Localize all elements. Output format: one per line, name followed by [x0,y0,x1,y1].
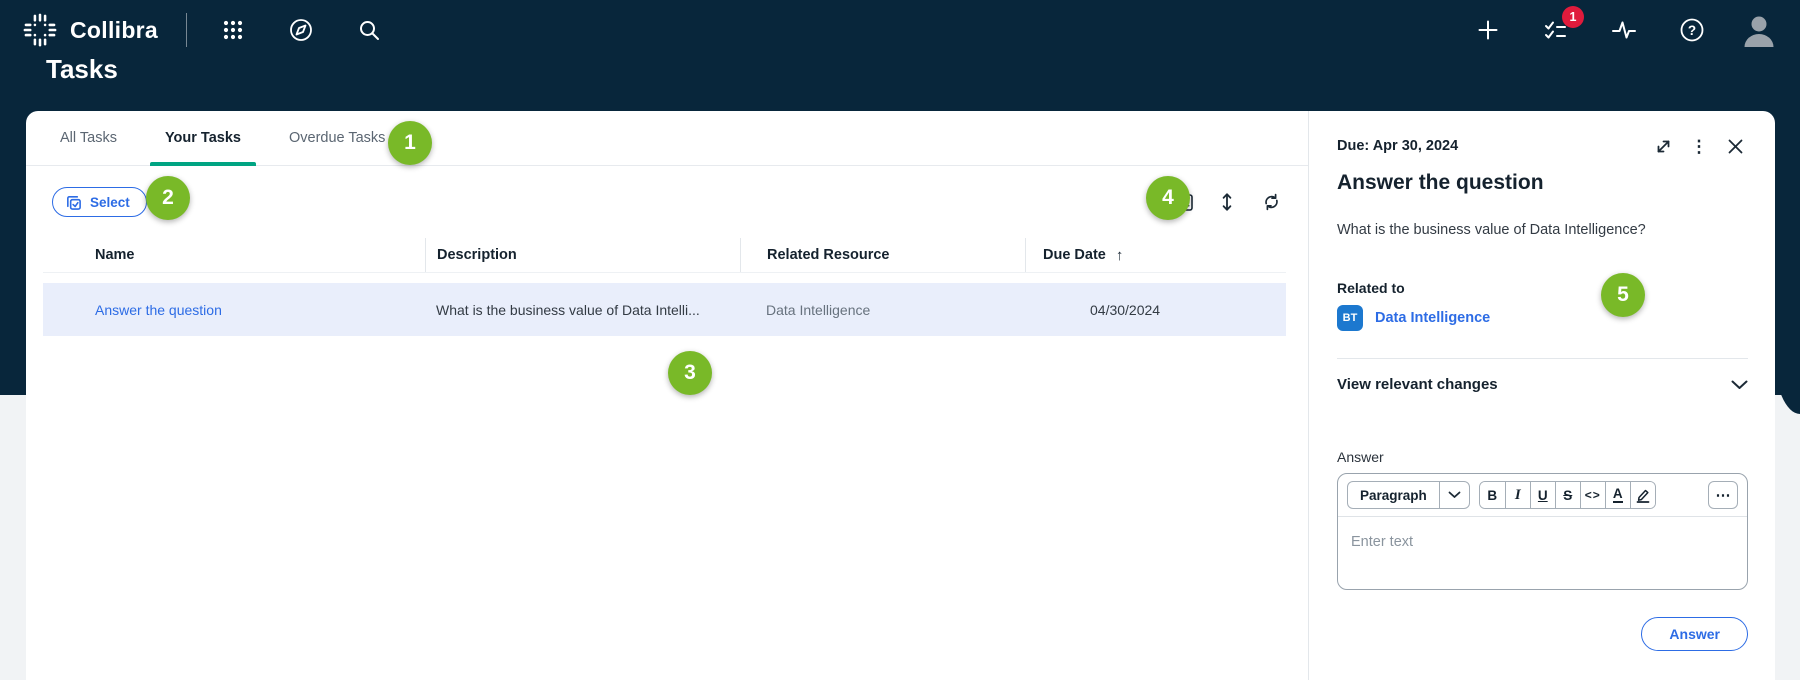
rich-text-editor: Paragraph B I U S <> A [1337,473,1748,590]
tab-your-tasks[interactable]: Your Tasks [150,111,256,165]
expand-panel-icon[interactable] [1650,133,1676,159]
column-header-description[interactable]: Description [425,238,740,272]
strikethrough-button[interactable]: S [1555,482,1580,508]
activity-pulse-icon[interactable] [1602,8,1646,52]
more-options-button[interactable]: ⋯ [1708,481,1738,509]
create-plus-icon[interactable] [1466,8,1510,52]
underline-button[interactable]: U [1530,482,1555,508]
task-detail-panel: Due: Apr 30, 2024 ⋮ [1308,111,1775,680]
tasks-card: All Tasks Your Tasks Overdue Tasks Selec… [26,111,1775,680]
view-relevant-changes-toggle[interactable]: View relevant changes [1337,359,1748,410]
panel-header-icons: ⋮ [1650,133,1748,159]
annotation-marker-3: 3 [668,351,712,395]
task-name-link[interactable]: Answer the question [43,302,425,318]
due-date-label: Due: Apr 30, 2024 [1337,138,1458,154]
select-button-label: Select [90,195,130,210]
table-header-row: Name Description Related Resource Due Da… [43,238,1286,272]
italic-button[interactable]: I [1505,482,1530,508]
notification-count-badge: 1 [1562,6,1584,28]
tasks-main-column: All Tasks Your Tasks Overdue Tasks Selec… [26,111,1308,680]
task-description-cell: What is the business value of Data Intel… [425,302,740,318]
format-button-group: B I U S <> A [1479,481,1656,509]
task-due-date-cell: 04/30/2024 [1025,302,1286,318]
related-resource-row: BT Data Intelligence [1337,305,1748,331]
annotation-marker-5: 5 [1601,273,1645,317]
view-relevant-changes-label: View relevant changes [1337,376,1498,393]
annotation-marker-1: 1 [388,121,432,165]
top-navigation-bar: Collibra 1 [0,0,1800,60]
bold-button[interactable]: B [1480,482,1505,508]
explore-compass-icon[interactable] [279,8,323,52]
kebab-menu-icon[interactable]: ⋮ [1686,133,1712,159]
collibra-logo-icon [22,12,58,48]
answer-field-label: Answer [1337,449,1748,465]
search-icon[interactable] [347,8,391,52]
column-header-due-date[interactable]: Due Date ↑ [1025,238,1286,272]
column-header-related-resource[interactable]: Related Resource [740,238,1025,272]
svg-text:?: ? [1688,23,1696,38]
page-title: Tasks [46,54,118,85]
annotation-marker-2: 2 [146,176,190,220]
help-icon[interactable]: ? [1670,8,1714,52]
tab-overdue-tasks[interactable]: Overdue Tasks [274,111,400,165]
paragraph-style-dropdown[interactable]: Paragraph [1347,481,1470,509]
answer-submit-button[interactable]: Answer [1641,617,1748,651]
related-resource-link[interactable]: Data Intelligence [1375,310,1490,326]
refresh-sync-icon[interactable] [1256,187,1286,217]
code-button[interactable]: <> [1580,482,1605,508]
collibra-logo[interactable]: Collibra [22,12,158,48]
highlight-pen-button[interactable] [1630,482,1655,508]
table-row[interactable]: Answer the question What is the business… [43,283,1286,336]
task-related-resource-cell: Data Intelligence [740,302,1025,318]
column-header-name[interactable]: Name [43,238,425,272]
task-title: Answer the question [1337,171,1748,195]
multi-select-icon [65,194,82,211]
chevron-down-icon [1731,380,1748,390]
business-term-badge: BT [1337,305,1363,331]
table-header-divider [43,272,1286,273]
tasks-table: Name Description Related Resource Due Da… [43,238,1286,336]
row-height-icon[interactable] [1212,187,1242,217]
panel-footer: Answer [1337,617,1748,651]
tab-all-tasks[interactable]: All Tasks [45,111,132,165]
topbar-right-group: 1 ? [1442,8,1778,52]
annotation-marker-4: 4 [1146,176,1190,220]
related-to-label: Related to [1337,280,1748,296]
brand-name: Collibra [70,17,158,44]
chevron-down-icon [1439,482,1469,508]
sort-ascending-icon[interactable]: ↑ [1116,247,1124,264]
tasks-tabbar: All Tasks Your Tasks Overdue Tasks [26,111,1308,166]
tasks-checklist-icon[interactable]: 1 [1534,8,1578,52]
hero-background-curve [1774,330,1800,414]
task-question-text: What is the business value of Data Intel… [1337,222,1748,238]
close-icon[interactable] [1722,133,1748,159]
editor-input[interactable]: Enter text [1338,517,1747,589]
text-color-button[interactable]: A [1605,482,1630,508]
tasks-toolbar: Select [26,166,1308,238]
select-button[interactable]: Select [52,187,147,217]
panel-header: Due: Apr 30, 2024 ⋮ [1337,133,1748,159]
apps-grid-icon[interactable] [211,8,255,52]
editor-toolbar: Paragraph B I U S <> A [1338,474,1747,517]
paragraph-style-label: Paragraph [1348,482,1439,508]
editor-placeholder: Enter text [1351,534,1413,550]
user-avatar[interactable] [1740,11,1778,49]
topbar-divider [186,13,187,47]
